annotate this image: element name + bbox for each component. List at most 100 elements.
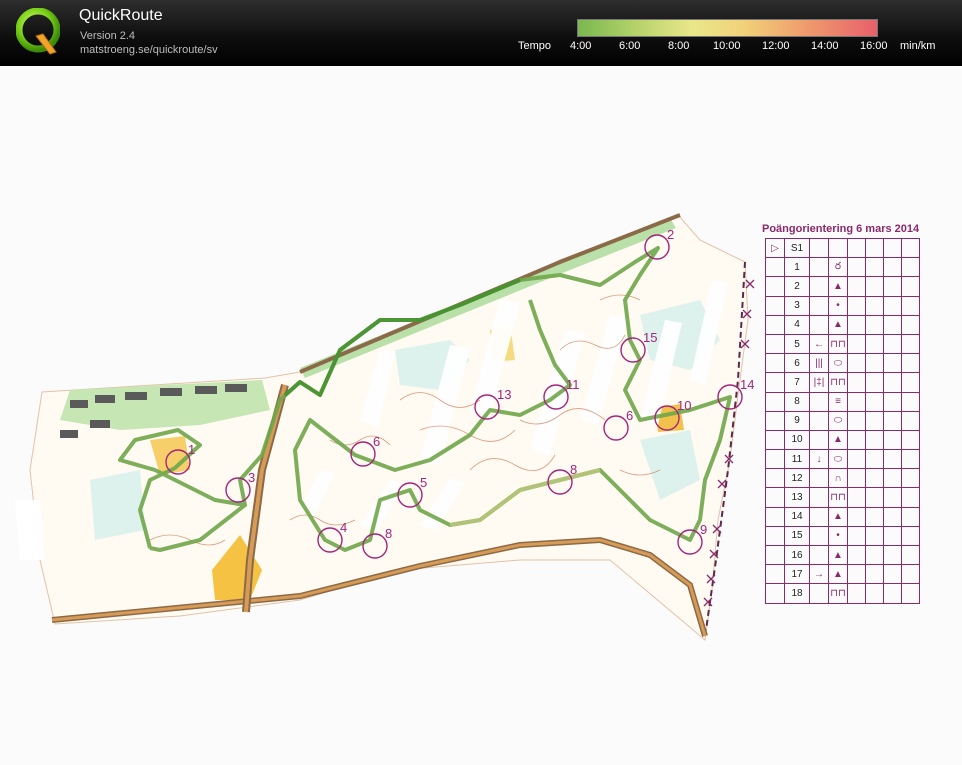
cell [883, 506, 902, 527]
cell [901, 449, 920, 470]
cell [847, 583, 866, 604]
start-triangle-icon: ▷ [765, 237, 785, 259]
cell [883, 429, 902, 451]
cell [865, 372, 884, 393]
feature-symbol-icon: ⊓⊓ [828, 372, 848, 393]
direction-symbol [809, 276, 829, 297]
control-number: 6 [784, 353, 810, 374]
cell [901, 525, 920, 547]
control-row: 8 ≡ [765, 391, 920, 412]
control-number: 6 [626, 408, 633, 423]
feature-symbol-icon: ⬭ [828, 449, 848, 470]
cell [865, 525, 884, 547]
cell [765, 564, 785, 585]
cell [883, 583, 902, 604]
cell [883, 295, 902, 316]
control-row: 9 ⬭ [765, 410, 920, 431]
control-number: 11 [784, 449, 810, 470]
cell [847, 525, 866, 547]
cell [901, 468, 920, 489]
control-number: 11 [566, 377, 580, 392]
cell [901, 544, 920, 566]
feature-symbol-icon: ⊓⊓ [828, 487, 848, 508]
cell [901, 276, 920, 297]
cell [865, 314, 884, 335]
cell [901, 353, 920, 374]
control-row: 17 → ▲ [765, 564, 920, 585]
cell [865, 276, 884, 297]
control-number: 17 [784, 564, 810, 585]
control-row: 13 ⊓⊓ [765, 487, 920, 508]
control-number: 14 [784, 506, 810, 527]
control-number: 8 [784, 391, 810, 412]
cell [847, 314, 866, 335]
cell [765, 314, 785, 335]
control-number: 7 [784, 372, 810, 393]
cell [765, 583, 785, 604]
cell [901, 333, 920, 355]
control-row: 18 ⊓⊓ [765, 583, 920, 604]
control-number: 9 [700, 522, 707, 537]
start-code: S1 [784, 237, 810, 259]
control-number: 16 [784, 544, 810, 566]
cell [865, 353, 884, 374]
cell [828, 237, 848, 259]
feature-symbol-icon: • [828, 525, 848, 547]
control-number: 10 [784, 429, 810, 451]
cell [883, 564, 902, 585]
cell [765, 257, 785, 278]
control-number: 4 [784, 314, 810, 335]
cell [865, 257, 884, 278]
cell [865, 449, 884, 470]
cell [847, 276, 866, 297]
cell [883, 314, 902, 335]
feature-symbol-icon: ▲ [828, 564, 848, 585]
cell [883, 276, 902, 297]
cell [901, 487, 920, 508]
cell [865, 391, 884, 412]
control-number: 18 [784, 583, 810, 604]
control-row: ▷ S1 [765, 237, 920, 259]
control-number: 4 [340, 520, 347, 535]
control-row: 2 ▲ [765, 276, 920, 297]
direction-symbol [809, 468, 829, 489]
cell [847, 487, 866, 508]
cell [847, 564, 866, 585]
cell [809, 237, 829, 259]
open-area [90, 470, 145, 540]
control-number: 3 [248, 470, 255, 485]
cell [901, 564, 920, 585]
control-row: 11 ↓ ⬭ [765, 449, 920, 470]
cell [883, 372, 902, 393]
cell [765, 468, 785, 489]
control-number: 13 [497, 387, 511, 402]
direction-symbol [809, 410, 829, 431]
cell [865, 295, 884, 316]
direction-symbol [809, 544, 829, 566]
feature-symbol-icon: ▲ [828, 314, 848, 335]
direction-symbol [809, 314, 829, 335]
direction-symbol [809, 295, 829, 316]
direction-symbol: ← [809, 333, 829, 355]
cell [901, 295, 920, 316]
control-row: 16 ▲ [765, 544, 920, 566]
control-row: 3 • [765, 295, 920, 316]
cell [865, 544, 884, 566]
cell [901, 237, 920, 259]
control-number: 9 [784, 410, 810, 431]
cell [901, 583, 920, 604]
cell [765, 372, 785, 393]
control-row: 14 ▲ [765, 506, 920, 527]
cell [847, 372, 866, 393]
cell [901, 506, 920, 527]
cell [847, 449, 866, 470]
cell [847, 295, 866, 316]
control-number: 8 [385, 526, 392, 541]
cell [883, 333, 902, 355]
control-number: 13 [784, 487, 810, 508]
control-number: 5 [420, 475, 427, 490]
cell [865, 468, 884, 489]
cell [765, 525, 785, 547]
cell [883, 449, 902, 470]
control-number: 10 [677, 398, 691, 413]
